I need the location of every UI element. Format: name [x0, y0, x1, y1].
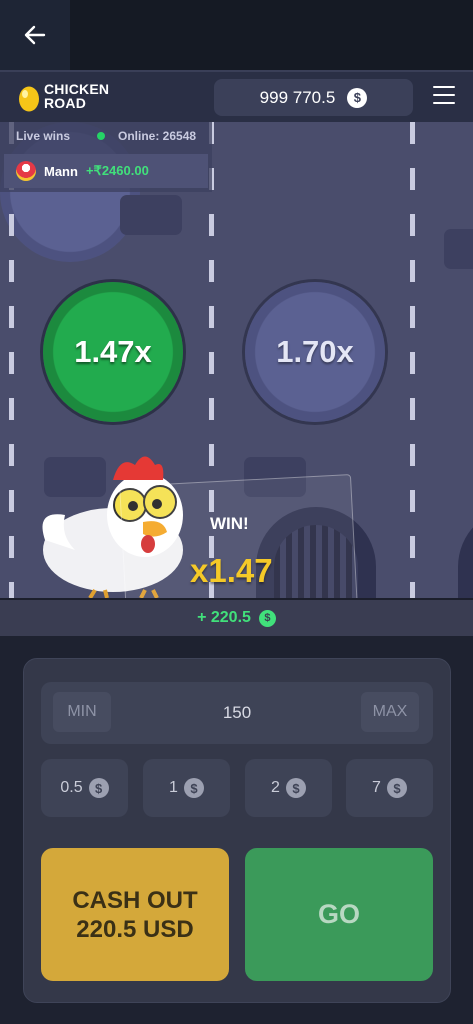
- quick-bet-value: 7: [372, 779, 381, 796]
- online-count: Online: 26548: [118, 129, 197, 143]
- lane-divider: [410, 122, 415, 598]
- road-tile: [444, 229, 473, 269]
- quick-bet-button[interactable]: 7 $: [346, 759, 433, 817]
- max-bet-button[interactable]: MAX: [361, 692, 419, 732]
- top-bar: [0, 0, 473, 70]
- cash-out-button[interactable]: CASH OUT 220.5 USD: [41, 848, 229, 981]
- balance-display: 999 770.5 $: [214, 79, 413, 116]
- dollar-coin-icon: $: [258, 609, 276, 627]
- hamburger-menu-icon: [433, 86, 455, 88]
- arrow-left-icon: [24, 25, 46, 45]
- quick-bet-button[interactable]: 1 $: [143, 759, 230, 817]
- cash-out-label: CASH OUT: [72, 886, 198, 914]
- lane-divider: [9, 122, 14, 598]
- road-tile: [120, 195, 182, 235]
- multiplier-label: 1.70x: [276, 334, 354, 369]
- online-status-dot: [97, 132, 105, 140]
- bet-amount-row: 150 MIN MAX: [41, 682, 433, 744]
- sewer-grate: [458, 507, 473, 598]
- gain-amount: + 220.5: [197, 609, 251, 626]
- live-win-amount: +₹2460.00: [85, 163, 149, 178]
- gain-bar: + 220.5 $: [0, 598, 473, 636]
- bottom-area: 150 MIN MAX 0.5 $ 1 $ 2 $ 7 $ CASH OUT 2…: [0, 636, 473, 1024]
- logo-line1: CHICKEN: [44, 81, 110, 97]
- cash-out-amount: 220.5 USD: [76, 915, 194, 943]
- min-bet-button[interactable]: MIN: [53, 692, 111, 732]
- dollar-coin-icon: $: [88, 778, 109, 798]
- logo-text: CHICKEN ROAD: [44, 82, 109, 110]
- logo-line2: ROAD: [44, 95, 87, 111]
- quick-bet-button[interactable]: 2 $: [245, 759, 332, 817]
- multiplier-tile-next[interactable]: 1.70x: [245, 282, 385, 422]
- go-button[interactable]: GO: [245, 848, 433, 981]
- live-wins-panel: Live wins Online: 26548 Mann +₹2460.00: [0, 122, 212, 192]
- quick-bet-value: 0.5: [60, 779, 83, 796]
- game-header: CHICKEN ROAD 999 770.5 $: [0, 70, 473, 122]
- dollar-coin-icon: $: [347, 87, 368, 108]
- live-win-user: Mann: [44, 163, 78, 179]
- multiplier-label: 1.47x: [74, 334, 152, 369]
- quick-bet-button[interactable]: 0.5 $: [41, 759, 128, 817]
- user-flag-icon: [16, 161, 36, 181]
- quick-bet-value: 2: [271, 779, 280, 796]
- menu-button[interactable]: [433, 86, 455, 104]
- egg-icon: [19, 86, 39, 112]
- quick-bet-value: 1: [169, 779, 178, 796]
- multiplier-tile-passed: 1.47x: [43, 282, 183, 422]
- dollar-coin-icon: $: [285, 778, 306, 798]
- live-win-item: Mann +₹2460.00: [4, 154, 208, 188]
- balance-value: 999 770.5: [259, 87, 336, 107]
- dollar-coin-icon: $: [386, 778, 407, 798]
- chicken-road-logo: CHICKEN ROAD: [18, 82, 128, 114]
- go-label: GO: [317, 899, 360, 929]
- dollar-coin-icon: $: [183, 778, 204, 798]
- live-wins-title: Live wins: [16, 129, 71, 143]
- bet-control-panel: 150 MIN MAX 0.5 $ 1 $ 2 $ 7 $ CASH OUT 2…: [23, 658, 451, 1003]
- back-button[interactable]: [0, 0, 70, 70]
